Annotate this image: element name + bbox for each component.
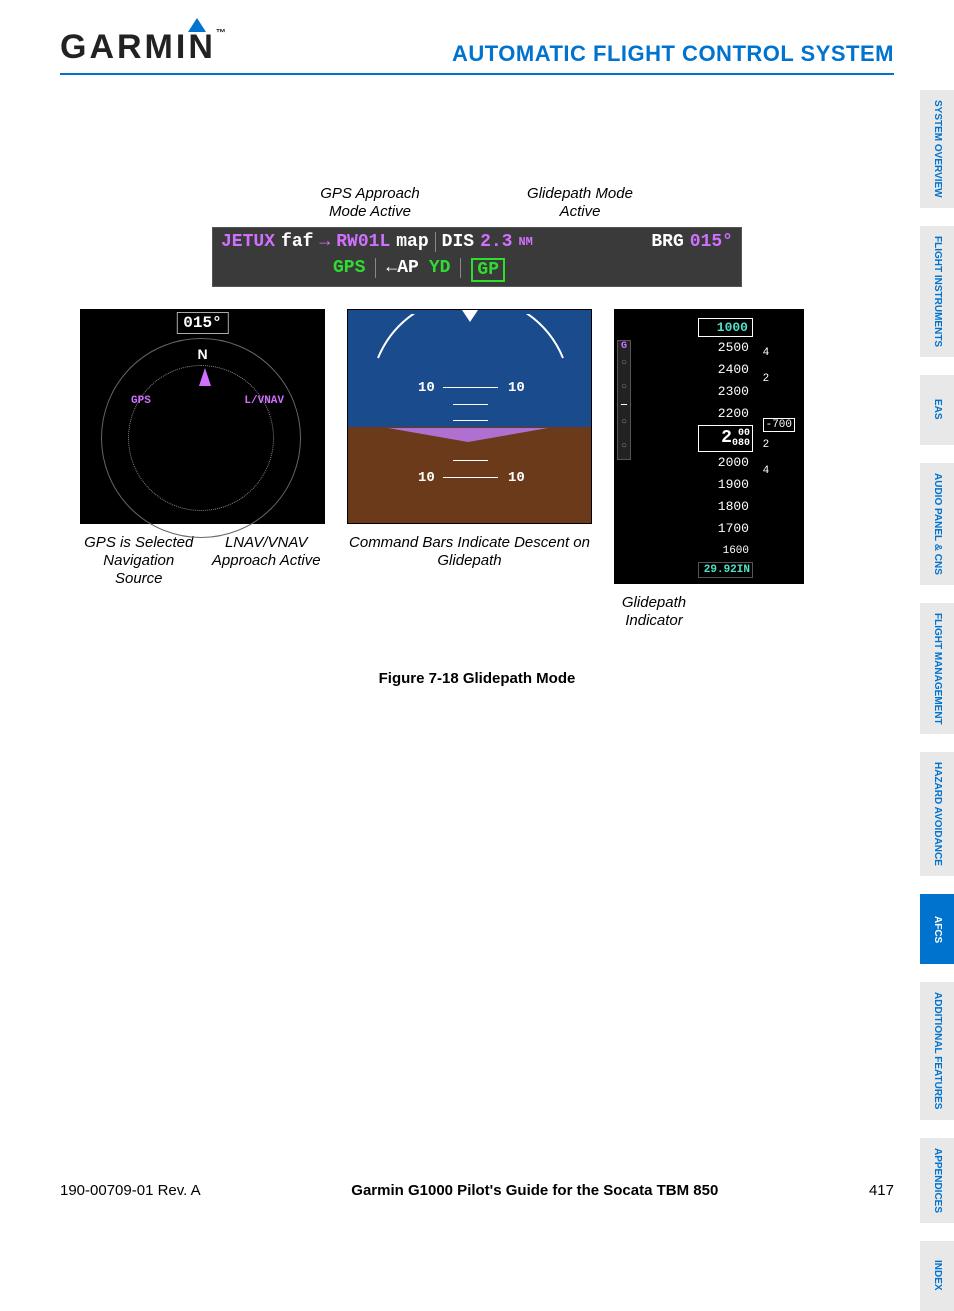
altitude-panel: G ○ ○ — ○ ○ 1000 2500 2400 2300 2200 200… xyxy=(614,309,804,584)
vs-tick: 2 xyxy=(763,366,795,392)
baro-setting: 29.92IN xyxy=(698,562,753,578)
tab-afcs[interactable]: AFCS xyxy=(920,894,954,964)
alt-tick: 2400 xyxy=(698,359,753,381)
pitch-10-up-l: 10 xyxy=(418,380,435,396)
callout-glidepath-mode: Glidepath Mode Active xyxy=(520,185,640,221)
page-number: 417 xyxy=(869,1182,894,1199)
section-title: AUTOMATIC FLIGHT CONTROL SYSTEM xyxy=(452,41,894,67)
dis-label: DIS xyxy=(442,232,474,252)
pitch-line xyxy=(453,420,488,421)
afcs-gp: GP xyxy=(471,258,505,282)
hsi-panel: 015° N GPS L/VNAV xyxy=(80,309,325,524)
garmin-logo: GARMIN™ xyxy=(60,28,226,67)
glidepath-indicator-strip: G ○ ○ — ○ ○ xyxy=(617,340,631,460)
alt-tick: 2300 xyxy=(698,381,753,403)
callout-gps-selected: GPS is Selected Navigation Source xyxy=(80,534,198,588)
callout-glidepath-indicator: Glidepath Indicator xyxy=(594,594,714,630)
pitch-line xyxy=(443,387,498,388)
heading-readout: 015° xyxy=(176,312,228,334)
pitch-line xyxy=(453,460,488,461)
dis-value: 2.3 xyxy=(480,232,512,252)
logo-text: GARMIN xyxy=(60,28,216,66)
figure-caption: Figure 7-18 Glidepath Mode xyxy=(80,670,874,687)
cdi-arrow-icon xyxy=(199,368,211,386)
command-bars-icon xyxy=(388,428,548,442)
afcs-yd: YD xyxy=(429,258,451,282)
callout-gps-approach: GPS Approach Mode Active xyxy=(310,185,430,221)
wpt-to: RW01L xyxy=(336,232,390,252)
afcs-ap: ←AP xyxy=(386,258,418,282)
vs-tick xyxy=(763,392,795,418)
gp-letter: G xyxy=(618,341,630,352)
wpt-from-suffix: faf xyxy=(281,232,313,252)
logo-tm: ™ xyxy=(216,28,226,39)
pitch-10-dn-l: 10 xyxy=(418,470,435,486)
compass-north: N xyxy=(197,346,207,362)
vs-scale: 4 2 -700 2 4 xyxy=(763,340,795,484)
tab-index[interactable]: INDEX xyxy=(920,1241,954,1311)
afcs-gps: GPS xyxy=(333,258,365,282)
nav-source-label: GPS xyxy=(131,395,151,407)
alt-tick: 1600 xyxy=(698,540,753,562)
logo-triangle-icon xyxy=(188,18,206,32)
guide-title: Garmin G1000 Pilot's Guide for the Socat… xyxy=(351,1182,718,1199)
arrow-icon: → xyxy=(319,232,330,252)
tab-appendices[interactable]: APPENDICES xyxy=(920,1138,954,1223)
tab-additional-features[interactable]: ADDITIONAL FEATURES xyxy=(920,982,954,1119)
approach-type-label: L/VNAV xyxy=(244,395,284,407)
pitch-10-dn-r: 10 xyxy=(508,470,525,486)
compass-inner xyxy=(128,365,274,511)
vs-tick: 2 xyxy=(763,432,795,458)
alt-tick: 2500 xyxy=(698,337,753,359)
wpt-from: JETUX xyxy=(221,232,275,252)
alt-tick: 1900 xyxy=(698,474,753,496)
alt-tick: 2000 xyxy=(698,452,753,474)
alt-tick: 1700 xyxy=(698,518,753,540)
wpt-to-suffix: map xyxy=(396,232,428,252)
page-footer: 190-00709-01 Rev. A Garmin G1000 Pilot's… xyxy=(60,1182,894,1199)
pfd-annunciator-bar: JETUX faf → RW01L map DIS 2.3 NM BRG 015°… xyxy=(212,227,742,287)
selected-altitude: 1000 xyxy=(698,318,753,337)
alt-tick: 2200 xyxy=(698,403,753,425)
vs-value: -700 xyxy=(763,418,795,432)
doc-revision: 190-00709-01 Rev. A xyxy=(60,1182,201,1199)
adi-panel: 10 10 10 10 xyxy=(347,309,592,524)
alt-tick: 1800 xyxy=(698,496,753,518)
brg-label: BRG xyxy=(651,232,683,252)
callout-command-bars: Command Bars Indicate Descent on Glidepa… xyxy=(347,534,592,570)
current-altitude: 200080 xyxy=(698,425,753,452)
dis-unit: NM xyxy=(518,235,532,249)
callout-lnav-vnav: LNAV/VNAV Approach Active xyxy=(208,534,326,588)
pitch-line xyxy=(443,477,498,478)
pitch-line xyxy=(453,404,488,405)
vs-tick: 4 xyxy=(763,458,795,484)
tab-hazard-avoidance[interactable]: HAZARD AVOIDANCE xyxy=(920,752,954,876)
brg-value: 015° xyxy=(690,232,733,252)
altitude-tape: 1000 2500 2400 2300 2200 200080 2000 190… xyxy=(698,318,753,578)
vs-tick: 4 xyxy=(763,340,795,366)
roll-arc-icon xyxy=(348,314,593,360)
pitch-10-up-r: 10 xyxy=(508,380,525,396)
